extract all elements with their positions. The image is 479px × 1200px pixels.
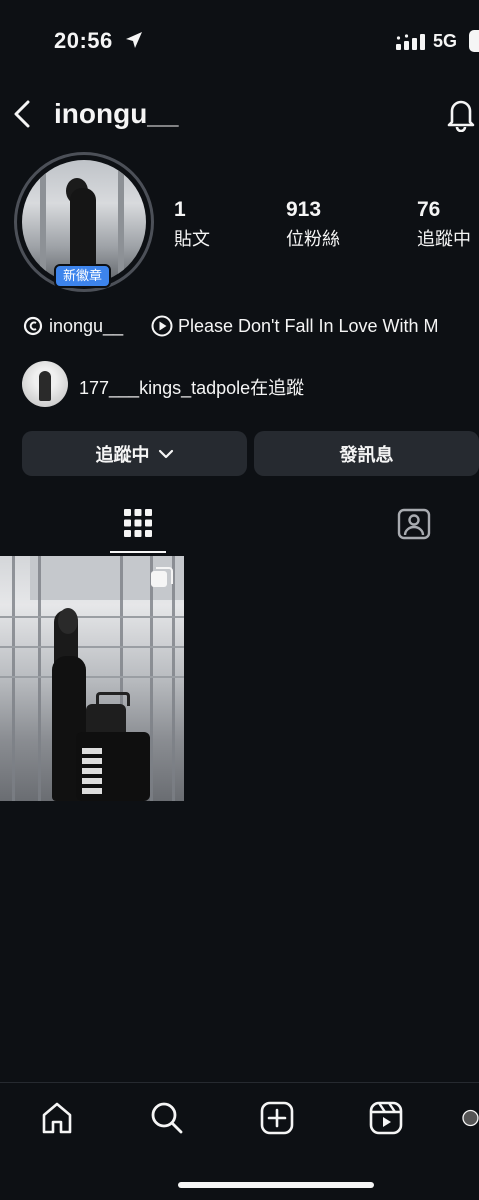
plus-square-icon (260, 1101, 294, 1135)
tab-tagged[interactable] (386, 500, 442, 552)
notification-button[interactable] (444, 96, 478, 137)
location-arrow-icon (124, 30, 144, 55)
stat-following-value: 76 (417, 198, 441, 221)
bottom-nav-divider (0, 1082, 479, 1083)
multiple-posts-icon (150, 566, 174, 595)
stat-following-label: 追蹤中 (417, 229, 471, 249)
stat-posts-label: 貼文 (174, 229, 210, 249)
active-tab-indicator (110, 551, 166, 553)
profile-song[interactable]: Please Don't Fall In Love With M (178, 316, 479, 337)
threads-icon[interactable] (22, 315, 44, 342)
stat-followers-value: 913 (286, 198, 322, 221)
reels-icon (369, 1101, 403, 1135)
mutual-follower-avatar[interactable] (22, 361, 68, 407)
grid-icon (124, 509, 152, 537)
nav-reels[interactable] (366, 1098, 406, 1138)
following-button[interactable]: 追蹤中 (22, 431, 247, 476)
following-button-label: 追蹤中 (95, 444, 150, 465)
chevron-left-icon (14, 100, 30, 128)
tab-grid[interactable] (110, 500, 166, 552)
nav-profile[interactable] (462, 1098, 479, 1138)
post-thumbnail[interactable] (0, 556, 184, 801)
home-icon (42, 1102, 72, 1134)
profile-avatar-icon (462, 1109, 479, 1127)
stat-followers-label: 位粉絲 (286, 229, 340, 249)
play-icon[interactable] (151, 315, 173, 342)
chevron-down-icon (158, 449, 173, 458)
followed-by-text[interactable]: 177___kings_tadpole在追蹤 (79, 374, 304, 400)
nav-search[interactable] (147, 1098, 187, 1138)
threads-link[interactable]: inongu__ (49, 316, 123, 337)
stat-posts-value: 1 (174, 198, 186, 221)
back-button[interactable] (8, 98, 36, 130)
message-button[interactable]: 發訊息 (254, 431, 479, 476)
battery-icon (469, 30, 479, 52)
stat-followers[interactable]: 913 位粉絲 (286, 198, 340, 251)
bell-icon (447, 100, 475, 133)
new-badge[interactable]: 新徽章 (54, 264, 112, 288)
search-icon (151, 1102, 183, 1134)
stat-following[interactable]: 76 追蹤中 (417, 198, 471, 251)
signal-bars-icon (396, 34, 426, 55)
status-time: 20:56 (54, 28, 113, 53)
home-indicator (178, 1182, 374, 1188)
stat-posts[interactable]: 1 貼文 (174, 198, 210, 251)
nav-create[interactable] (257, 1098, 297, 1138)
tagged-person-icon (397, 508, 431, 540)
nav-home[interactable] (37, 1098, 77, 1138)
profile-username: inongu__ (54, 98, 179, 129)
network-type: 5G (433, 31, 458, 51)
